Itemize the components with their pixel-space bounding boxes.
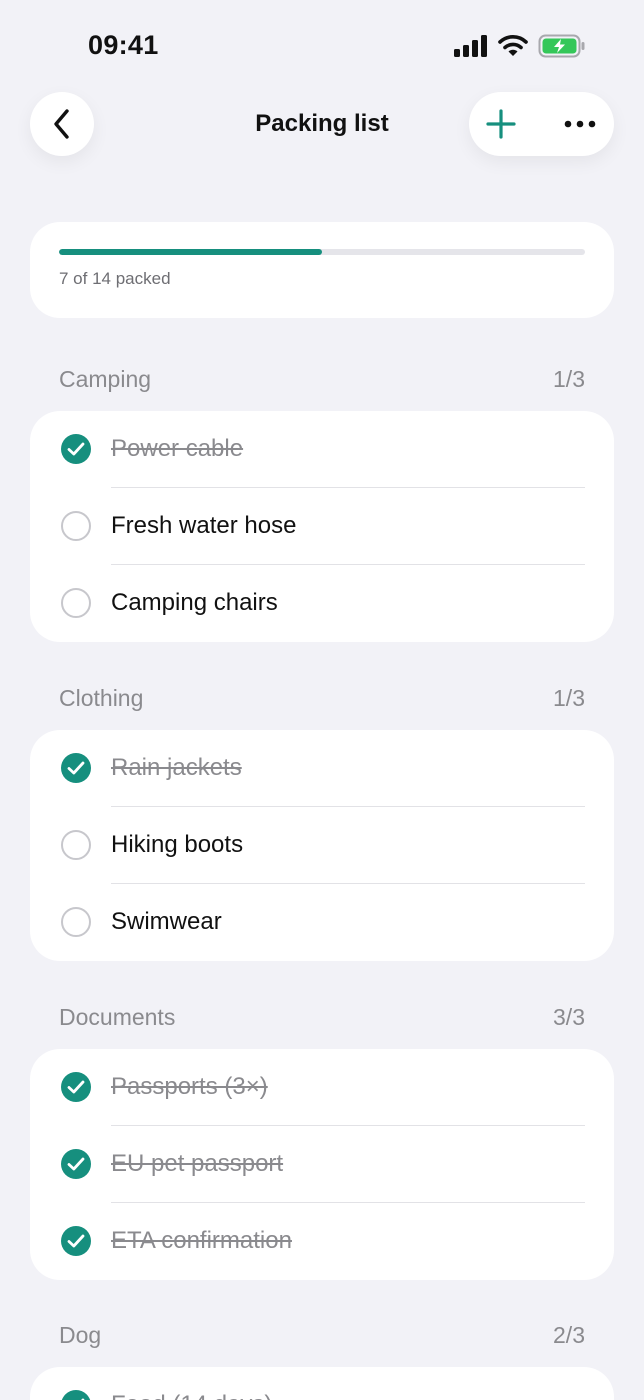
item-label: Rain jackets (111, 754, 242, 781)
navigation-bar: Packing list (0, 92, 644, 156)
battery-charging-icon (538, 34, 585, 58)
section-dog: Dog 2/3 Food (14 days) (30, 1302, 614, 1400)
list-item[interactable]: Power cable (30, 411, 614, 488)
progress-fill (59, 249, 322, 255)
unchecked-checkbox-icon[interactable] (61, 907, 91, 937)
checked-checkbox-icon[interactable] (61, 1390, 91, 1400)
item-label: ETA confirmation (111, 1227, 292, 1254)
section-title: Camping (59, 366, 152, 392)
checkmark-icon (67, 442, 85, 456)
section-camping: Camping 1/3 Power cable Fresh water hose… (30, 346, 614, 642)
section-header: Documents 3/3 (30, 984, 614, 1036)
section-card: Passports (3×) EU pet passport ETA confi… (30, 1049, 614, 1280)
more-options-button[interactable] (548, 92, 612, 156)
section-card: Rain jackets Hiking boots Swimwear (30, 730, 614, 961)
section-documents: Documents 3/3 Passports (3×) EU pet pass… (30, 984, 614, 1280)
list-item[interactable]: ETA confirmation (30, 1203, 614, 1280)
section-title: Clothing (59, 685, 144, 711)
section-count: 1/3 (553, 366, 585, 392)
checkmark-icon (67, 761, 85, 775)
progress-card: 7 of 14 packed (30, 222, 614, 318)
list-item[interactable]: Hiking boots (30, 807, 614, 884)
unchecked-checkbox-icon[interactable] (61, 588, 91, 618)
progress-label: 7 of 14 packed (59, 269, 171, 288)
list-item[interactable]: Camping chairs (30, 565, 614, 642)
cellular-signal-icon (454, 35, 487, 57)
item-label: Food (14 days) (111, 1391, 272, 1400)
checked-checkbox-icon[interactable] (61, 753, 91, 783)
item-label: Hiking boots (111, 831, 244, 858)
section-count: 2/3 (553, 1322, 585, 1348)
section-header: Camping 1/3 (30, 346, 614, 398)
checkmark-icon (67, 1157, 85, 1171)
section-count: 1/3 (553, 685, 585, 711)
list-item[interactable]: Fresh water hose (30, 488, 614, 565)
item-label: Fresh water hose (111, 512, 297, 539)
list-item[interactable]: Rain jackets (30, 730, 614, 807)
checkmark-icon (67, 1080, 85, 1094)
item-label: Passports (3×) (111, 1073, 268, 1100)
status-icons (454, 34, 586, 58)
section-title: Documents (59, 1004, 176, 1030)
unchecked-checkbox-icon[interactable] (61, 511, 91, 541)
status-bar: 09:41 (0, 0, 644, 92)
item-label: Camping chairs (111, 589, 278, 616)
checked-checkbox-icon[interactable] (61, 1072, 91, 1102)
list-item[interactable]: Passports (3×) (30, 1049, 614, 1126)
checkmark-icon (67, 1234, 85, 1248)
checked-checkbox-icon[interactable] (61, 1226, 91, 1256)
item-label: Power cable (111, 435, 244, 462)
section-header: Clothing 1/3 (30, 665, 614, 717)
plus-icon (486, 109, 516, 139)
packing-list-screen: 09:41 Packing list 7 of 14 packed Campin… (0, 0, 644, 1400)
checked-checkbox-icon[interactable] (61, 434, 91, 464)
wifi-icon (498, 35, 528, 56)
nav-actions-pill (469, 92, 614, 156)
list-item[interactable]: EU pet passport (30, 1126, 614, 1203)
item-label: Swimwear (111, 908, 222, 935)
item-label: EU pet passport (111, 1150, 284, 1177)
list-item[interactable]: Food (14 days) (30, 1367, 614, 1400)
section-card: Power cable Fresh water hose Camping cha… (30, 411, 614, 642)
add-item-button[interactable] (469, 92, 533, 156)
unchecked-checkbox-icon[interactable] (61, 830, 91, 860)
list-item[interactable]: Swimwear (30, 884, 614, 961)
section-header: Dog 2/3 (30, 1302, 614, 1354)
section-count: 3/3 (553, 1004, 585, 1030)
ellipsis-icon (564, 120, 596, 128)
checked-checkbox-icon[interactable] (61, 1149, 91, 1179)
progress-track (59, 249, 585, 255)
section-card: Food (14 days) (30, 1367, 614, 1400)
status-time: 09:41 (88, 30, 159, 60)
section-title: Dog (59, 1322, 102, 1348)
section-clothing: Clothing 1/3 Rain jackets Hiking boots S… (30, 665, 614, 961)
